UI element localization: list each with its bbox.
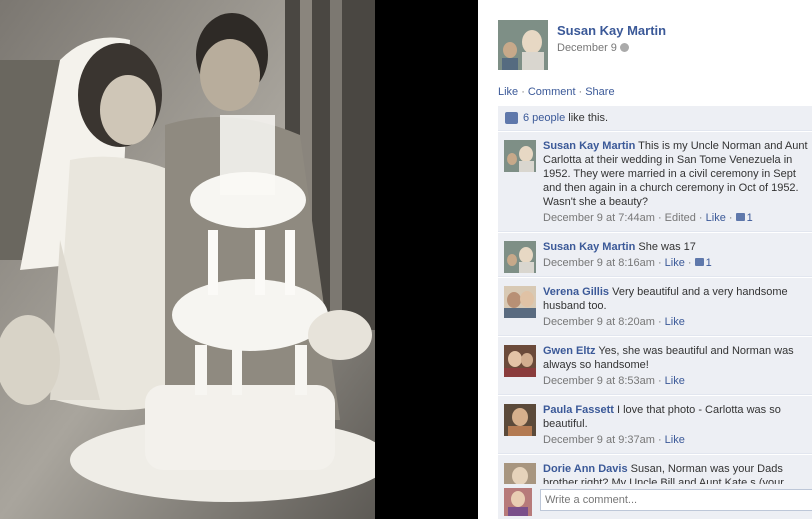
- comment-item: Susan Kay Martin This is my Uncle Norman…: [498, 131, 812, 232]
- comment-time[interactable]: December 9 at 9:37am: [543, 434, 655, 446]
- comment-author[interactable]: Paula Fassett: [543, 404, 614, 416]
- comment-item: Gwen Eltz Yes, she was beautiful and Nor…: [498, 336, 812, 395]
- likes-text: 6 people like this.: [523, 112, 608, 124]
- thumbs-up-icon: [735, 213, 745, 221]
- comment-meta: December 9 at 9:37am · Like: [543, 434, 685, 446]
- comment-link[interactable]: Comment: [528, 86, 576, 98]
- commenter-avatar-graphic: [504, 286, 536, 318]
- comment-like-link[interactable]: Like: [665, 316, 685, 328]
- comments-section: 6 people like this. Susan Kay Martin Thi…: [498, 106, 812, 511]
- post-header: Susan Kay Martin December 9: [498, 20, 798, 72]
- comment-time[interactable]: December 9 at 8:20am: [543, 316, 655, 328]
- viewer-avatar-graphic: [504, 488, 532, 516]
- commenter-avatar[interactable]: [504, 286, 536, 318]
- commenter-avatar-graphic: [504, 241, 536, 273]
- comment-time[interactable]: December 9 at 8:16am: [543, 257, 655, 269]
- separator: ·: [578, 86, 583, 98]
- commenter-avatar[interactable]: [504, 241, 536, 273]
- comment-input[interactable]: Write a comment...: [540, 489, 812, 511]
- comment-like-number: 1: [746, 212, 753, 224]
- wedding-photo-graphic: [0, 0, 375, 519]
- separator: ·: [521, 86, 525, 98]
- commenter-avatar[interactable]: [504, 140, 536, 172]
- comment-time[interactable]: December 9 at 8:53am: [543, 375, 655, 387]
- viewer-avatar: [504, 488, 532, 516]
- comment-edited[interactable]: Edited: [665, 212, 696, 224]
- comment-item: Paula Fassett I love that photo - Carlot…: [498, 395, 812, 454]
- comment-like-link[interactable]: Like: [665, 375, 685, 387]
- comment-like-link[interactable]: Like: [665, 434, 685, 446]
- comment-text: She was 17: [638, 241, 696, 253]
- comment-meta: December 9 at 7:44am · Edited · Like · 1: [543, 212, 753, 224]
- owner-avatar[interactable]: [498, 20, 548, 70]
- comment-like-link[interactable]: Like: [665, 257, 685, 269]
- globe-icon: [619, 43, 629, 52]
- comment-item: Verena Gillis Very beautiful and a very …: [498, 277, 812, 336]
- comment-author[interactable]: Dorie Ann Davis: [543, 463, 628, 475]
- comment-like-number: 1: [705, 257, 712, 269]
- comment-meta: December 9 at 8:16am · Like · 1: [543, 257, 712, 269]
- likes-suffix: like this.: [565, 112, 609, 124]
- comment-author[interactable]: Susan Kay Martin: [543, 241, 635, 253]
- comment-author[interactable]: Verena Gillis: [543, 286, 609, 298]
- comment-composer: Write a comment...: [498, 484, 812, 519]
- commenter-avatar-graphic: [504, 140, 536, 172]
- owner-avatar-graphic: [498, 20, 548, 70]
- post-date-text: December 9: [557, 42, 617, 54]
- thumbs-up-icon: [694, 258, 704, 266]
- comment-item: Susan Kay Martin She was 17 December 9 a…: [498, 232, 812, 277]
- commenter-avatar-graphic: [504, 404, 536, 436]
- comment-meta: December 9 at 8:20am · Like: [543, 316, 685, 328]
- post-actions: Like · Comment · Share: [498, 86, 615, 98]
- photo-sidebar: Susan Kay Martin December 9 Like · Comment…: [478, 0, 812, 519]
- comment-author[interactable]: Susan Kay Martin: [543, 140, 635, 152]
- share-link[interactable]: Share: [585, 86, 614, 98]
- commenter-avatar-graphic: [504, 345, 536, 377]
- comment-like-count[interactable]: 1: [735, 212, 753, 224]
- comment-author[interactable]: Gwen Eltz: [543, 345, 596, 357]
- owner-name[interactable]: Susan Kay Martin: [557, 23, 666, 38]
- comment-time[interactable]: December 9 at 7:44am: [543, 212, 655, 224]
- wedding-photo: [0, 0, 375, 519]
- photo-viewer: [0, 0, 478, 519]
- like-link[interactable]: Like: [498, 86, 518, 98]
- commenter-avatar[interactable]: [504, 345, 536, 377]
- likes-summary: 6 people like this.: [498, 106, 812, 131]
- thumbs-up-icon: [505, 112, 518, 124]
- commenter-avatar[interactable]: [504, 404, 536, 436]
- comment-meta: December 9 at 8:53am · Like: [543, 375, 685, 387]
- comment-like-count[interactable]: 1: [694, 257, 712, 269]
- likes-count-link[interactable]: 6 people: [523, 112, 565, 124]
- post-date: December 9: [557, 42, 629, 54]
- comment-like-link[interactable]: Like: [706, 212, 726, 224]
